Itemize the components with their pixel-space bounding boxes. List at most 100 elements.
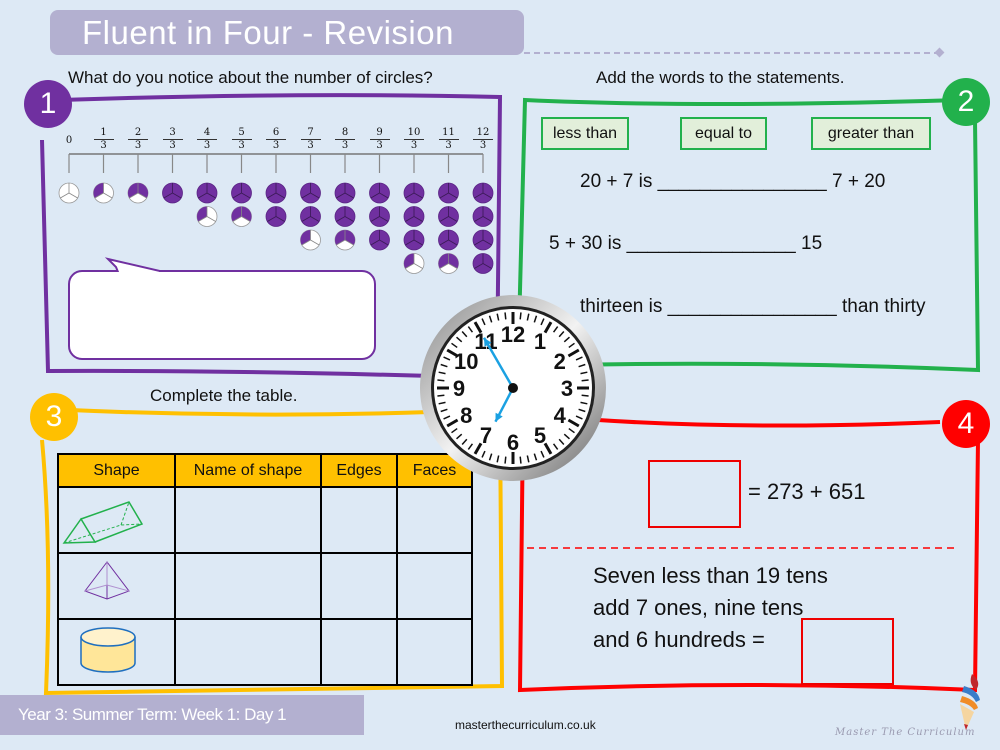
clock-number: 12 bbox=[501, 322, 525, 347]
statement-2-blank[interactable]: ________________ bbox=[627, 233, 796, 254]
table-row bbox=[57, 486, 473, 554]
statement-2: 5 + 30 is ________________ 15 bbox=[549, 233, 822, 255]
faces-cell[interactable] bbox=[396, 486, 473, 554]
fraction-circle bbox=[265, 206, 287, 227]
number-line-label: 10 3 bbox=[404, 127, 424, 152]
fraction-circle bbox=[334, 206, 356, 227]
faces-cell[interactable] bbox=[396, 618, 473, 686]
word-problem-line-3: and 6 hundreds = bbox=[593, 627, 765, 652]
section3-badge: 3 bbox=[30, 393, 78, 441]
number-line-label: 83 bbox=[335, 127, 355, 152]
word-card-greater-than[interactable]: greater than bbox=[811, 117, 931, 150]
name-cell[interactable] bbox=[174, 486, 322, 554]
statement-1-blank[interactable]: ________________ bbox=[658, 171, 827, 192]
clock-number: 6 bbox=[507, 430, 519, 455]
word-card-less-than[interactable]: less than bbox=[541, 117, 629, 150]
fraction-circle bbox=[403, 229, 425, 251]
statement-1: 20 + 7 is ________________ 7 + 20 bbox=[580, 171, 885, 193]
statement-3-blank[interactable]: ________________ bbox=[668, 296, 837, 317]
fraction-circle bbox=[162, 182, 183, 204]
triangular-prism-icon bbox=[62, 501, 144, 544]
fraction-circle bbox=[196, 182, 218, 204]
clock-number: 4 bbox=[554, 403, 567, 428]
clock-number: 1 bbox=[534, 329, 546, 354]
edges-cell[interactable] bbox=[320, 486, 398, 554]
fraction-circle bbox=[231, 182, 252, 204]
cylinder-icon bbox=[80, 627, 136, 673]
edges-cell[interactable] bbox=[320, 618, 398, 686]
shape-cell bbox=[57, 486, 176, 554]
fraction-circle bbox=[369, 229, 390, 251]
fraction-circle bbox=[58, 182, 80, 204]
title-divider-end bbox=[934, 47, 945, 58]
fraction-circle bbox=[472, 182, 494, 204]
number-line-label: 23 bbox=[128, 127, 148, 152]
statement-2-left: 5 + 30 is bbox=[549, 233, 622, 254]
section2-badge: 2 bbox=[942, 78, 990, 126]
clock-number: 3 bbox=[561, 376, 573, 401]
answer-speech-bubble[interactable] bbox=[68, 270, 376, 360]
clock-tick bbox=[437, 394, 445, 397]
title-divider bbox=[524, 52, 940, 54]
number-line-label: 93 bbox=[369, 127, 390, 152]
fraction-circle bbox=[334, 182, 356, 204]
word-problem-line-1: Seven less than 19 tens bbox=[593, 563, 828, 588]
speech-bubble-tail bbox=[104, 257, 162, 277]
clock-number: 5 bbox=[534, 423, 546, 448]
word-problem-line-2: add 7 ones, nine tens bbox=[593, 595, 804, 620]
name-cell[interactable] bbox=[174, 552, 322, 620]
header-shape: Shape bbox=[57, 453, 176, 488]
fraction-circle bbox=[265, 182, 287, 204]
header-edges: Edges bbox=[320, 453, 398, 488]
clock-tick bbox=[519, 456, 522, 464]
fraction-circle bbox=[438, 182, 459, 204]
number-line-label: 12 3 bbox=[473, 127, 493, 152]
edges-cell[interactable] bbox=[320, 552, 398, 620]
answer-box-addition[interactable] bbox=[648, 460, 741, 528]
website-link[interactable]: masterthecurriculum.co.uk bbox=[455, 718, 596, 732]
clock-tick bbox=[504, 456, 507, 464]
fraction-circle bbox=[438, 253, 459, 274]
fraction-circle bbox=[403, 206, 425, 227]
fraction-circle bbox=[438, 206, 459, 227]
fraction-circle bbox=[231, 206, 252, 227]
clock-tick bbox=[519, 312, 522, 320]
fraction-circle bbox=[300, 206, 321, 227]
answer-box-word-problem[interactable] bbox=[801, 618, 894, 685]
section4-badge: 4 bbox=[942, 400, 990, 448]
number-line-label: 33 bbox=[162, 127, 183, 152]
lesson-label: Year 3: Summer Term: Week 1: Day 1 bbox=[18, 705, 287, 724]
name-cell[interactable] bbox=[174, 618, 322, 686]
header-name-of-shape: Name of shape bbox=[174, 453, 322, 488]
faces-cell[interactable] bbox=[396, 552, 473, 620]
statement-3: thirteen is ________________ than thirty bbox=[580, 296, 925, 318]
clock-tick bbox=[504, 312, 507, 320]
clock-number: 9 bbox=[453, 376, 465, 401]
word-card-equal-to[interactable]: equal to bbox=[680, 117, 767, 150]
clock-number: 8 bbox=[460, 403, 472, 428]
page-title: Fluent in Four - Revision bbox=[82, 14, 454, 51]
analog-clock: 121234567891011 bbox=[420, 295, 606, 481]
statement-1-right: 7 + 20 bbox=[832, 171, 886, 192]
clock-tick bbox=[581, 394, 589, 397]
fraction-circle bbox=[300, 229, 321, 251]
fraction-circle bbox=[472, 229, 494, 251]
number-line-label: 0 bbox=[65, 135, 73, 146]
fraction-circle bbox=[403, 182, 425, 204]
fraction-circle bbox=[127, 182, 149, 204]
addition-equation: = 273 + 651 bbox=[748, 479, 866, 504]
fraction-circle bbox=[438, 229, 459, 251]
section1-prompt: What do you notice about the number of c… bbox=[68, 68, 433, 87]
number-line-label: 63 bbox=[266, 127, 286, 152]
table-row bbox=[57, 552, 473, 620]
fraction-circle bbox=[403, 253, 425, 274]
square-pyramid-icon bbox=[84, 561, 130, 600]
shape-cell bbox=[57, 552, 176, 620]
number-line-label: 11 3 bbox=[438, 127, 459, 152]
section3-prompt: Complete the table. bbox=[150, 386, 298, 405]
brand-text: Master The Curriculum bbox=[835, 727, 976, 738]
number-line-label: 13 bbox=[93, 127, 114, 152]
clock-number: 2 bbox=[554, 349, 566, 374]
clock-tick bbox=[581, 379, 589, 382]
section1-badge: 1 bbox=[24, 80, 72, 128]
